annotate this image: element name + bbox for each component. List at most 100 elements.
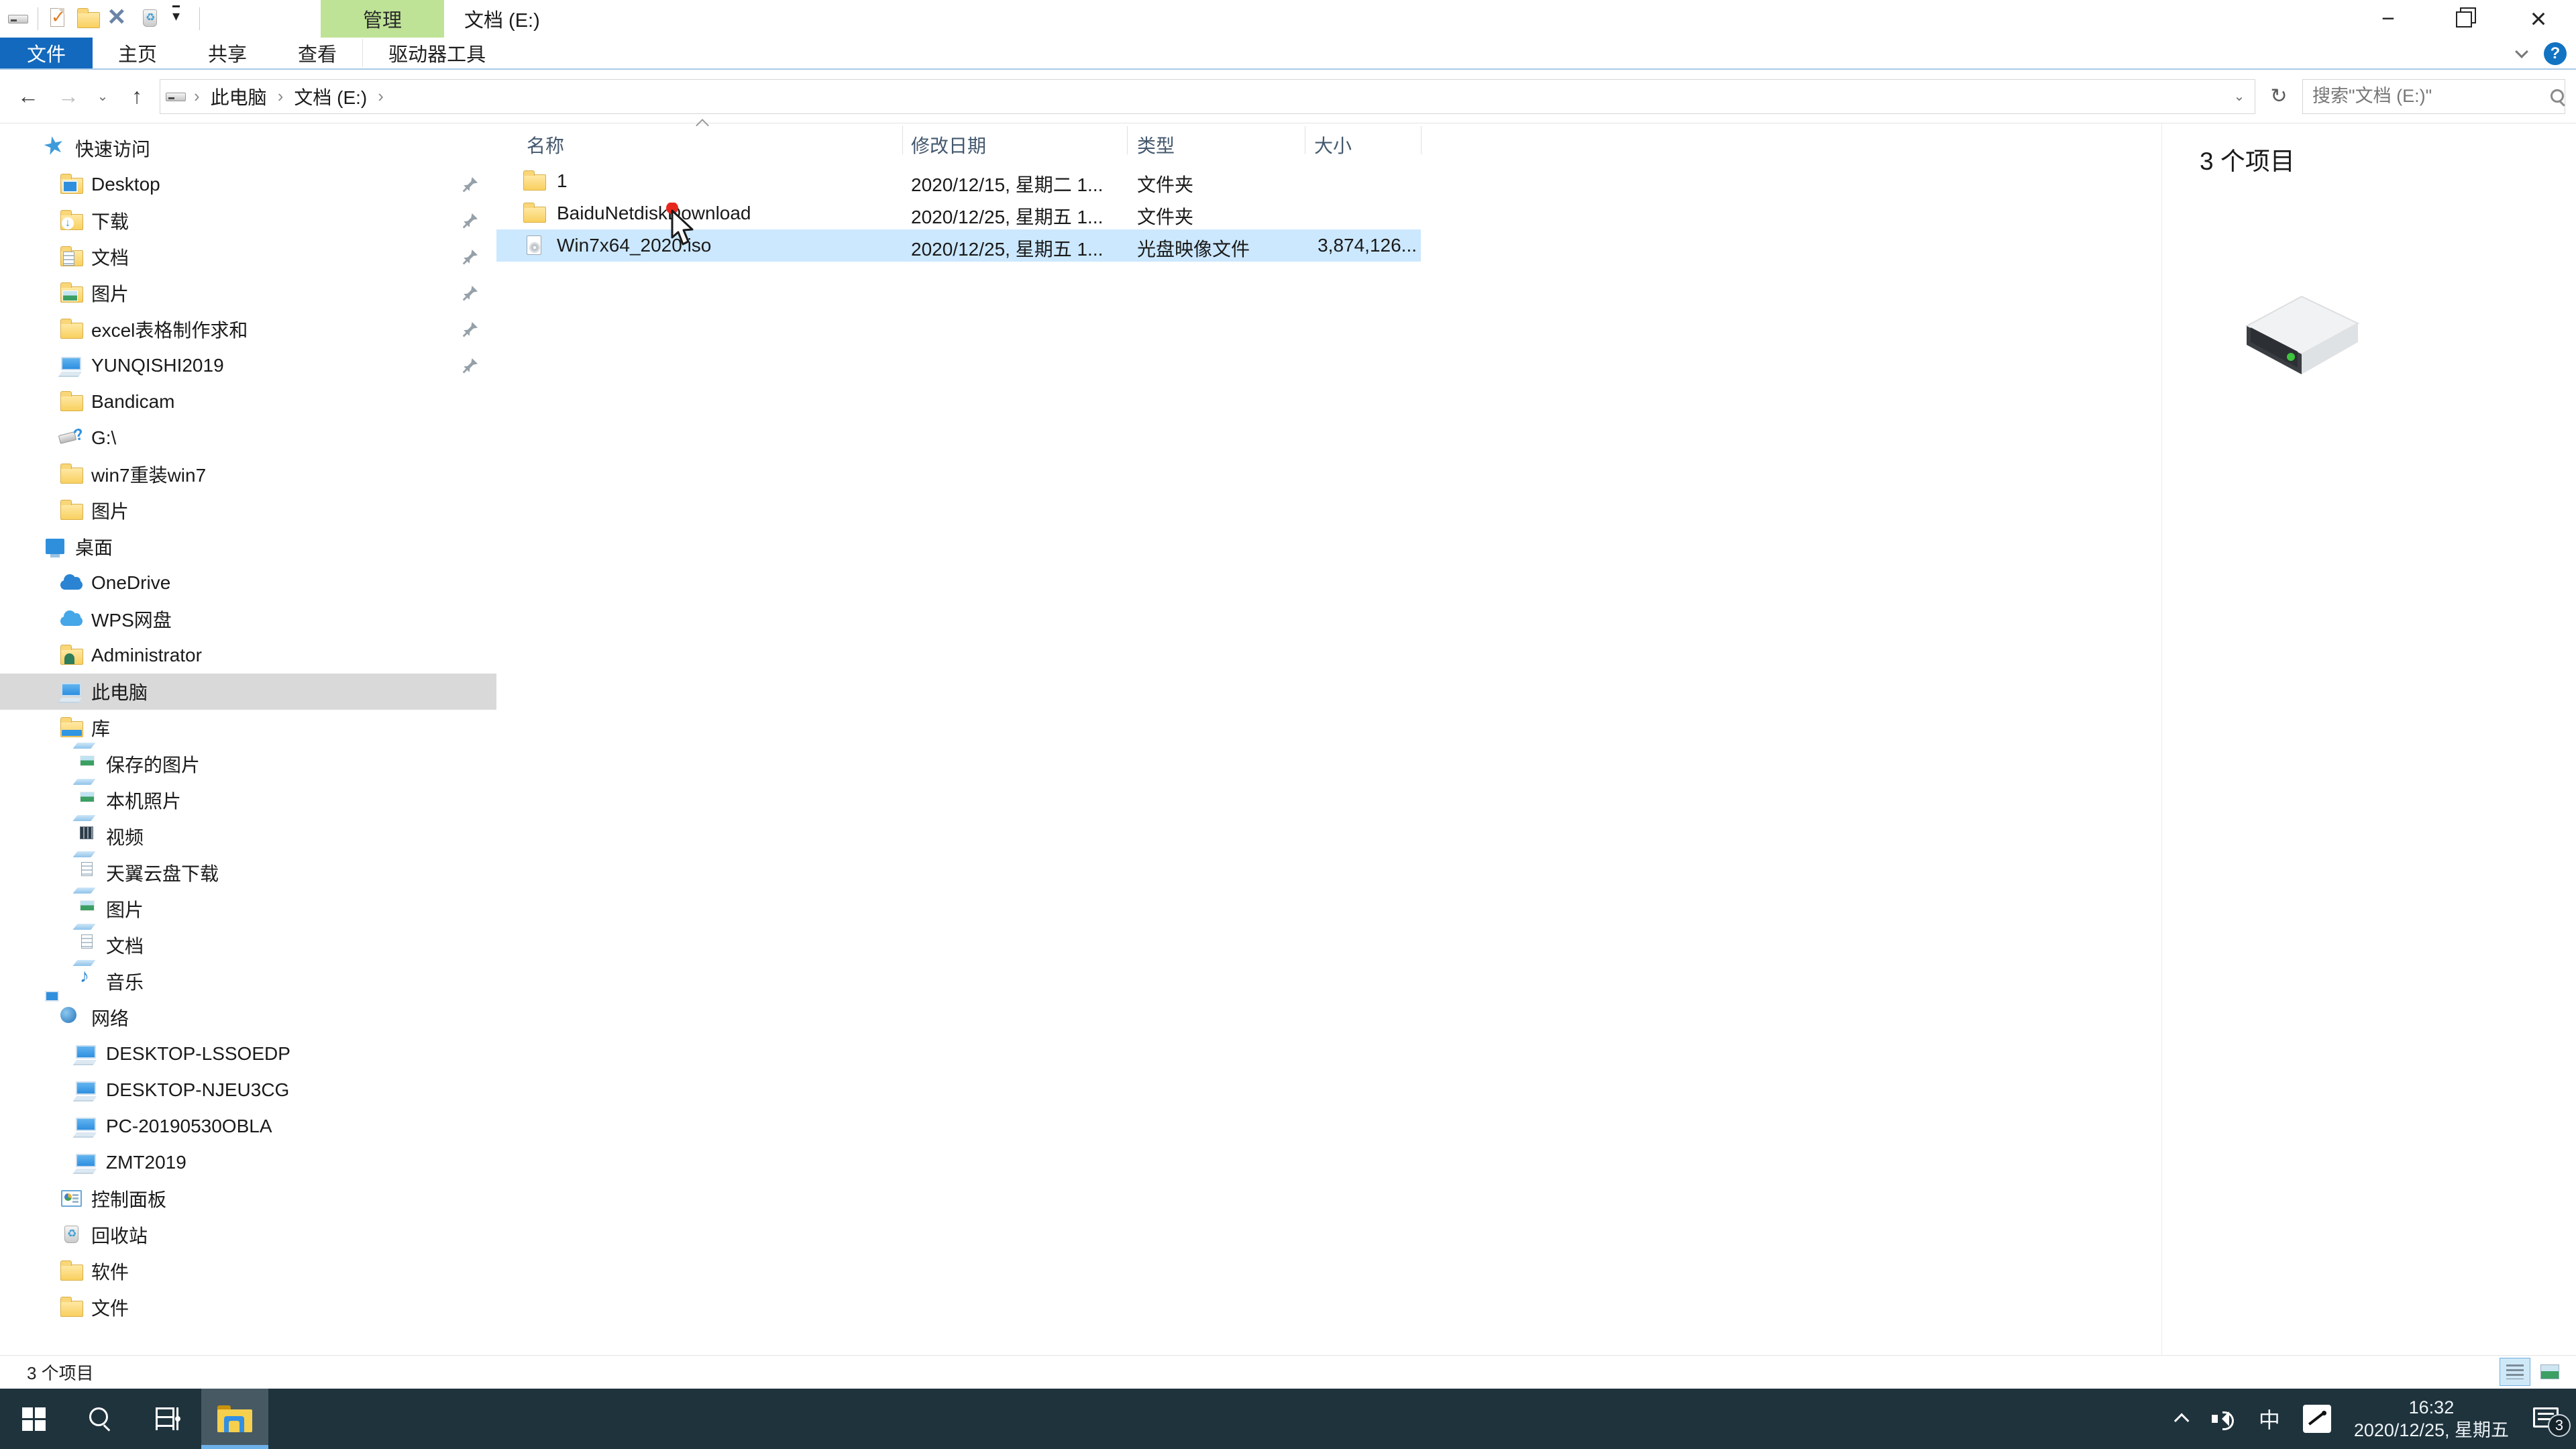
column-divider[interactable] <box>902 126 903 154</box>
clock-time: 16:32 <box>2408 1397 2455 1417</box>
sidebar-item[interactable]: 本机照片 <box>0 782 496 818</box>
expand-ribbon-chevron-icon[interactable] <box>2515 45 2528 58</box>
new-folder-button[interactable] <box>76 5 100 32</box>
sidebar-item[interactable]: 库 <box>0 710 496 746</box>
taskbar-clock[interactable]: 16:32 2020/12/25, 星期五 <box>2354 1396 2509 1442</box>
sidebar-item[interactable]: DESKTOP-NJEU3CG <box>0 1072 496 1108</box>
sidebar-item[interactable]: Bandicam <box>0 384 496 420</box>
sidebar-item[interactable]: 网络 <box>0 991 496 1036</box>
address-dropdown-chevron-icon[interactable]: ⌄ <box>2228 79 2251 114</box>
delete-button[interactable] <box>107 0 131 34</box>
refresh-button[interactable]: ↻ <box>2261 79 2297 114</box>
action-center-button[interactable]: 3 <box>2532 1406 2571 1437</box>
help-icon[interactable]: ? <box>2544 42 2567 65</box>
sidebar-item[interactable]: 文档 <box>0 239 496 275</box>
details-view-button[interactable] <box>2500 1358 2530 1386</box>
up-button[interactable]: ↑ <box>119 79 154 114</box>
column-header[interactable]: 修改日期 <box>911 131 986 158</box>
file-row[interactable]: Win7x64_2020.iso 2020/12/25, 星期五 1... 光盘映像… <box>496 229 1421 262</box>
sidebar-item-label: 视频 <box>106 827 144 848</box>
sidebar-item[interactable]: 音乐 <box>0 963 496 1000</box>
qat-customize-dropdown[interactable] <box>168 5 193 32</box>
column-header[interactable]: 大小 <box>1314 131 1352 158</box>
taskbar-search-button[interactable] <box>67 1389 134 1449</box>
title-bar: 管理 文档 (E:) <box>0 0 2576 38</box>
sidebar-item[interactable]: Desktop <box>0 166 496 203</box>
ime-indicator[interactable]: 中 <box>2259 1403 2280 1434</box>
column-divider[interactable] <box>1127 126 1128 154</box>
tray-app-icon[interactable] <box>2302 1405 2331 1433</box>
thumbnail-view-button[interactable] <box>2534 1358 2565 1386</box>
properties-button[interactable] <box>45 5 69 32</box>
sidebar-item[interactable]: Administrator <box>0 637 496 674</box>
tab-查看[interactable]: 查看 <box>272 38 362 68</box>
file-explorer-taskbar-button[interactable] <box>201 1389 268 1449</box>
sidebar-item[interactable]: excel表格制作求和 <box>0 311 496 347</box>
sidebar-item-label: 图片 <box>91 501 129 522</box>
file-row[interactable]: 1 2020/12/15, 星期二 1... 文件夹 <box>496 165 1421 197</box>
sidebar-item-label: 回收站 <box>91 1226 148 1246</box>
sidebar-item-label: 本机照片 <box>106 791 182 812</box>
column-header[interactable]: 类型 <box>1137 131 1175 158</box>
sidebar-item[interactable]: 文档 <box>0 927 496 963</box>
sidebar-item[interactable]: 桌面 <box>0 529 496 565</box>
sidebar-item[interactable]: OneDrive <box>0 565 496 601</box>
breadcrumb-segment[interactable]: 此电脑 <box>204 80 274 113</box>
sidebar-item[interactable]: 回收站 <box>0 1217 496 1253</box>
sidebar-item[interactable]: 此电脑 <box>0 674 496 710</box>
sidebar-item[interactable]: 下载 <box>0 203 496 239</box>
column-header[interactable]: 名称 <box>527 131 564 158</box>
address-bar: ← → ⌄ ↑ › 此电脑 › 文档 (E:) › ⌄ ↻ <box>0 70 2576 123</box>
tab-驱动器工具[interactable]: 驱动器工具 <box>363 38 511 68</box>
file-row[interactable]: BaiduNetdiskDownload 2020/12/25, 星期五 1...… <box>496 197 1421 229</box>
sidebar-item[interactable]: 天翼云盘下载 <box>0 855 496 891</box>
sidebar-item[interactable]: YUNQISHI2019 <box>0 347 496 384</box>
sidebar-item[interactable]: PC-20190530OBLA <box>0 1108 496 1144</box>
recent-locations-chevron-icon[interactable]: ⌄ <box>91 79 114 114</box>
sidebar-item[interactable]: 控制面板 <box>0 1181 496 1217</box>
minimize-button[interactable] <box>2351 0 2426 38</box>
forward-button[interactable]: → <box>51 79 86 114</box>
task-view-button[interactable] <box>134 1389 201 1449</box>
sidebar-item[interactable]: ZMT2019 <box>0 1144 496 1181</box>
drive-large-icon <box>2245 295 2360 374</box>
sidebar-item[interactable]: 图片 <box>0 275 496 311</box>
breadcrumb-segment[interactable]: 文档 (E:) <box>287 80 374 113</box>
sidebar-item[interactable]: G:\ <box>0 420 496 456</box>
sidebar-item[interactable]: 快速访问 <box>0 130 496 166</box>
system-menu-drive-icon[interactable] <box>7 5 31 32</box>
file-row-name: Win7x64_2020.iso <box>557 235 712 256</box>
sidebar-item[interactable]: DESKTOP-LSSOEDP <box>0 1036 496 1072</box>
sidebar-item[interactable]: win7重装win7 <box>0 456 496 492</box>
disc-icon <box>522 232 549 259</box>
breadcrumb: 此电脑 › 文档 (E:) › <box>204 80 385 113</box>
search-box <box>2302 78 2565 114</box>
tab-共享[interactable]: 共享 <box>182 38 272 68</box>
sidebar-item[interactable]: WPS网盘 <box>0 601 496 637</box>
sidebar-item-label: DESKTOP-NJEU3CG <box>106 1079 290 1100</box>
start-button[interactable] <box>0 1389 67 1449</box>
sidebar-item[interactable]: 文件 <box>0 1289 496 1326</box>
sidebar-item-label: 保存的图片 <box>106 755 201 775</box>
task-view-icon <box>156 1407 180 1430</box>
hidden-icons-chevron-icon[interactable] <box>2174 1413 2190 1429</box>
close-button[interactable] <box>2501 0 2576 38</box>
sidebar-item-label: PC-20190530OBLA <box>106 1116 272 1136</box>
sidebar-item-label: 图片 <box>91 284 129 305</box>
sidebar-item[interactable]: 图片 <box>0 891 496 927</box>
back-button[interactable]: ← <box>11 79 46 114</box>
tab-file[interactable]: 文件 <box>0 38 93 68</box>
contextual-tab-manage[interactable]: 管理 <box>321 0 444 38</box>
file-row-date: 2020/12/15, 星期二 1... <box>911 174 1104 195</box>
sidebar-item[interactable]: 保存的图片 <box>0 746 496 782</box>
address-box[interactable]: › 此电脑 › 文档 (E:) › ⌄ <box>160 78 2255 114</box>
search-input[interactable] <box>2312 86 2550 107</box>
library-icon <box>59 714 86 741</box>
sidebar-item[interactable]: 视频 <box>0 818 496 855</box>
volume-icon[interactable] <box>2211 1409 2236 1430</box>
sidebar-item[interactable]: 图片 <box>0 492 496 529</box>
sidebar-item[interactable]: 软件 <box>0 1253 496 1289</box>
tab-主页[interactable]: 主页 <box>93 38 182 68</box>
recycle-button[interactable] <box>138 5 162 32</box>
restore-button[interactable] <box>2426 0 2501 38</box>
